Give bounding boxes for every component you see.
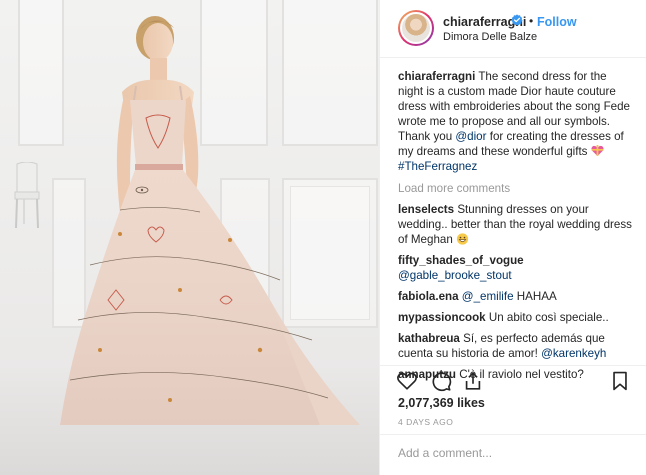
- load-more-comments-button[interactable]: Load more comments: [398, 181, 634, 196]
- avatar-image: [400, 12, 432, 44]
- caption-hashtag[interactable]: #TheFerragnez: [398, 160, 477, 173]
- comment-mention[interactable]: @gable_brooke_stout: [398, 269, 512, 282]
- post-header: chiaraferragni • Follow Dimora Delle Bal…: [380, 0, 646, 58]
- wall-panel: [18, 0, 64, 146]
- caption: chiaraferragni The second dress for the …: [398, 69, 634, 174]
- instagram-post: chiaraferragni • Follow Dimora Delle Bal…: [0, 0, 646, 475]
- avatar[interactable]: [398, 10, 434, 46]
- caption-mention[interactable]: @dior: [455, 130, 486, 143]
- separator-dot: •: [529, 14, 534, 28]
- add-comment-bar: [380, 434, 646, 475]
- comment: kathabreua Sí, es perfecto además que cu…: [398, 331, 634, 361]
- comment-text: HAHAA: [516, 290, 557, 303]
- heart-icon[interactable]: [396, 370, 418, 392]
- verified-badge-icon: [511, 14, 523, 26]
- chair: [14, 162, 40, 228]
- action-bar: [380, 365, 646, 397]
- comment-mention[interactable]: @_emilife: [462, 290, 514, 303]
- add-comment-input[interactable]: [398, 446, 598, 460]
- post-photo[interactable]: [0, 0, 379, 475]
- bride-in-dior-gown: [60, 16, 360, 425]
- post-sidebar: chiaraferragni • Follow Dimora Delle Bal…: [379, 0, 646, 475]
- comment: lenselects Stunning dresses on your wedd…: [398, 202, 634, 247]
- comment-text: Un abito così speciale..: [488, 311, 609, 324]
- comment-mention[interactable]: @karenkeyh: [541, 347, 606, 360]
- comment: fabiola.ena @_emilife HAHAA: [398, 289, 634, 304]
- comment-username[interactable]: fabiola.ena: [398, 290, 459, 303]
- comment: fifty_shades_of_vogue @gable_brooke_stou…: [398, 253, 634, 283]
- grin-emoji: [456, 233, 469, 245]
- likes-count[interactable]: 2,077,369 likes: [398, 396, 485, 410]
- comment: mypassioncook Un abito così speciale..: [398, 310, 634, 325]
- share-arrow-icon[interactable]: [462, 370, 484, 392]
- heart-ribbon-emoji: [591, 145, 604, 156]
- comment-username[interactable]: mypassioncook: [398, 311, 486, 324]
- bookmark-icon[interactable]: [609, 370, 631, 392]
- comments-list: chiaraferragni The second dress for the …: [398, 66, 634, 382]
- follow-button[interactable]: Follow: [537, 15, 577, 29]
- caption-username[interactable]: chiaraferragni: [398, 70, 475, 83]
- comment-bubble-icon[interactable]: [430, 370, 452, 392]
- comment-username[interactable]: fifty_shades_of_vogue: [398, 254, 524, 267]
- location-link[interactable]: Dimora Delle Balze: [443, 31, 537, 43]
- post-timestamp: 4 DAYS AGO: [398, 417, 454, 427]
- comment-username[interactable]: kathabreua: [398, 332, 460, 345]
- comment-username[interactable]: lenselects: [398, 203, 454, 216]
